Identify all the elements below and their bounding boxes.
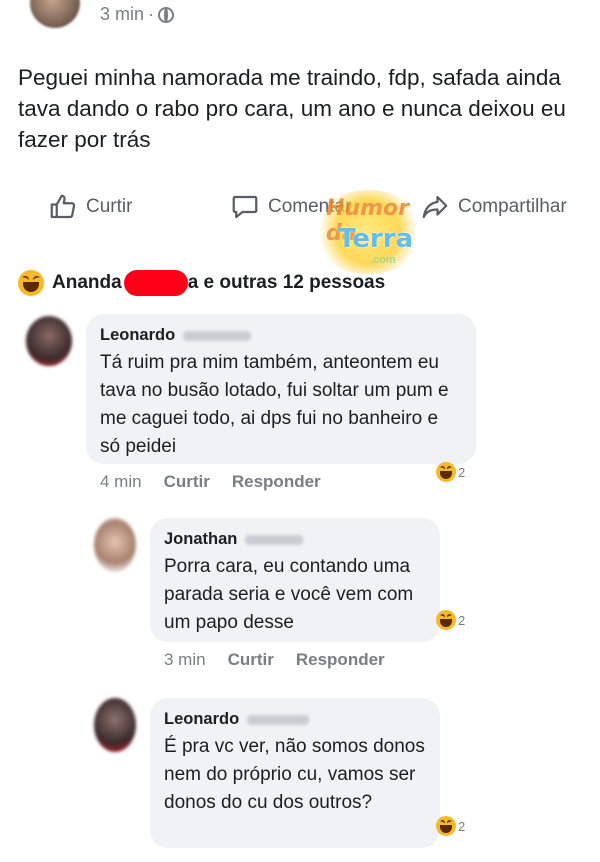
watermark-line2: Terra <box>338 224 414 254</box>
thumbs-up-icon <box>50 194 76 219</box>
post-text: Peguei minha namorada me traindo, fdp, s… <box>18 65 566 152</box>
comment-text: Porra cara, eu contando uma parada seria… <box>164 556 414 633</box>
comment-reply-button[interactable]: Responder <box>232 472 321 492</box>
comment-reply-button[interactable]: Responder <box>296 650 385 670</box>
comment-time[interactable]: 3 min <box>164 650 206 670</box>
blurred-surname <box>247 714 310 725</box>
blurred-surname <box>245 534 304 545</box>
post-time[interactable]: 3 min <box>100 4 144 25</box>
reaction-count: 2 <box>458 612 466 628</box>
like-button[interactable]: Curtir <box>48 192 132 222</box>
comment-reaction[interactable]: 2 <box>436 816 465 836</box>
haha-reaction-icon <box>436 610 456 630</box>
watermark-line3: .com <box>370 254 396 266</box>
commenter-avatar[interactable] <box>94 518 136 572</box>
comment-author[interactable]: Leonardo <box>100 326 462 345</box>
reaction-count: 2 <box>458 464 466 480</box>
post-actions: Curtir Comentar Compartilhar <box>0 192 600 232</box>
comment-time[interactable]: 4 min <box>100 472 142 492</box>
like-label: Curtir <box>86 196 133 217</box>
comment-bubble: Leonardo É pra vc ver, não somos donos n… <box>150 698 440 848</box>
comment-author[interactable]: Jonathan <box>164 530 426 549</box>
comment-author[interactable]: Leonardo <box>164 710 426 729</box>
comment-bubble: Jonathan Porra cara, eu contando uma par… <box>150 518 440 642</box>
globe-icon <box>158 6 175 23</box>
share-label: Compartilhar <box>458 196 567 217</box>
meta-separator: · <box>148 4 155 24</box>
comment-like-button[interactable]: Curtir <box>228 650 274 670</box>
haha-reaction-icon <box>436 816 456 836</box>
commenter-avatar[interactable] <box>26 316 72 366</box>
comment-like-button[interactable]: Curtir <box>164 472 210 492</box>
comment-reaction[interactable]: 2 <box>436 610 465 630</box>
comment-text: É pra vc ver, não somos donos nem do pró… <box>164 736 425 813</box>
redaction-mark <box>123 270 188 296</box>
comment-meta: 3 min Curtir Responder <box>164 650 385 670</box>
reactions-rest: a e outras 12 pessoas <box>187 272 386 293</box>
post-meta: 3 min · <box>100 4 175 25</box>
commenter-avatar[interactable] <box>94 698 136 752</box>
haha-reaction-icon <box>436 462 456 482</box>
share-button[interactable]: Compartilhar <box>420 192 567 222</box>
comment-icon <box>232 195 258 219</box>
comment-bubble: Leonardo Tá ruim pra mim também, anteont… <box>86 314 476 464</box>
reactions-name: Ananda <box>52 272 122 293</box>
watermark-logo: Humor da Terra .com <box>312 190 432 280</box>
reaction-count: 2 <box>458 818 466 834</box>
blurred-surname <box>183 330 252 341</box>
reactions-summary[interactable]: Ananda a e outras 12 pessoas <box>18 268 385 298</box>
post-author-avatar[interactable] <box>30 0 80 28</box>
comment-reaction[interactable]: 2 <box>436 462 465 482</box>
comment-meta: 4 min Curtir Responder <box>100 472 321 492</box>
haha-reaction-icon <box>18 270 44 296</box>
comment-text: Tá ruim pra mim também, anteontem eu tav… <box>100 352 449 457</box>
